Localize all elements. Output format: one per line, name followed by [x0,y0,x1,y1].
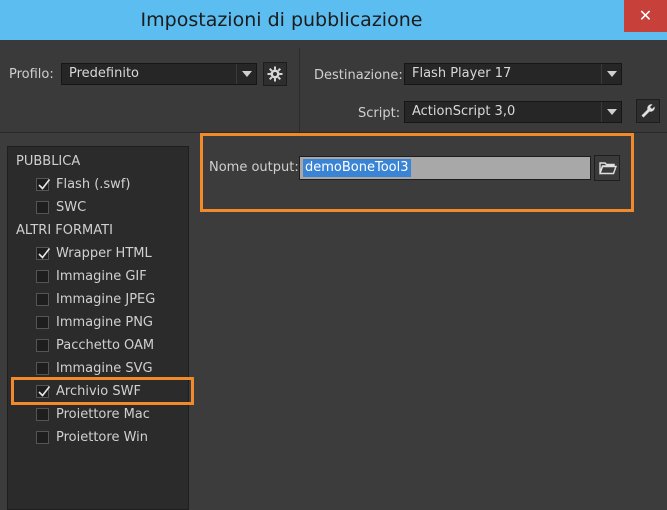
gear-icon [267,66,283,82]
output-name-input[interactable]: demoBoneTool3 [299,156,591,180]
checkmark-icon [38,248,51,259]
checkbox-box [36,270,49,283]
checkbox-box [36,178,51,191]
chevron-down-icon [601,102,621,122]
browse-folder-button[interactable] [594,155,620,181]
checkbox-box [36,408,49,421]
checkbox-label: Archivio SWF [56,384,141,399]
format-list-panel: PUBBLICA Flash (.swf) SWC ALTRI FORMATI … [7,146,189,510]
title-bar: Impostazioni di pubblicazione ✕ [0,0,667,40]
profile-value: Predefinito [69,66,140,81]
script-settings-button[interactable] [636,99,660,123]
other-formats-section-title: ALTRI FORMATI [16,223,113,238]
checkbox-box [36,431,49,444]
script-label: Script: [358,106,401,121]
wrench-icon [641,104,655,118]
checkbox-label: Immagine GIF [56,269,147,284]
close-button[interactable]: ✕ [624,0,667,32]
checkbox-box [36,385,51,398]
chevron-down-icon [236,64,256,84]
checkbox-label: SWC [56,200,87,215]
checkbox-label: Flash (.swf) [56,177,131,192]
checkbox-label: Immagine SVG [56,361,153,376]
checkbox-label: Pacchetto OAM [56,338,155,353]
publish-section-title: PUBBLICA [16,154,81,169]
profile-label: Profilo: [9,67,54,82]
output-name-label: Nome output: [209,160,299,175]
folder-icon [599,162,617,175]
window-title: Impostazioni di pubblicazione [140,9,423,31]
target-dropdown[interactable]: Flash Player 17 [404,63,622,85]
target-label: Destinazione: [314,68,403,83]
output-name-value: demoBoneTool3 [303,159,411,177]
header-divider [299,48,300,133]
checkbox-label: Wrapper HTML [56,246,152,261]
checkbox-box [36,247,51,260]
checkmark-icon [38,179,51,190]
checkbox-box [36,201,49,214]
checkbox-label: Proiettore Mac [56,407,150,422]
checkbox-box [36,339,49,352]
checkbox-box [36,293,49,306]
checkbox-label: Proiettore Win [56,430,148,445]
target-value: Flash Player 17 [412,66,512,81]
profile-settings-button[interactable] [263,62,287,86]
checkbox-label: Immagine PNG [56,315,153,330]
checkbox-box [36,316,49,329]
checkmark-icon [38,386,51,397]
script-dropdown[interactable]: ActionScript 3,0 [404,101,622,123]
checkbox-box [36,362,49,375]
checkbox-label: Immagine JPEG [56,292,156,307]
script-value: ActionScript 3,0 [412,104,516,119]
chevron-down-icon [601,64,621,84]
profile-dropdown[interactable]: Predefinito [61,63,257,85]
